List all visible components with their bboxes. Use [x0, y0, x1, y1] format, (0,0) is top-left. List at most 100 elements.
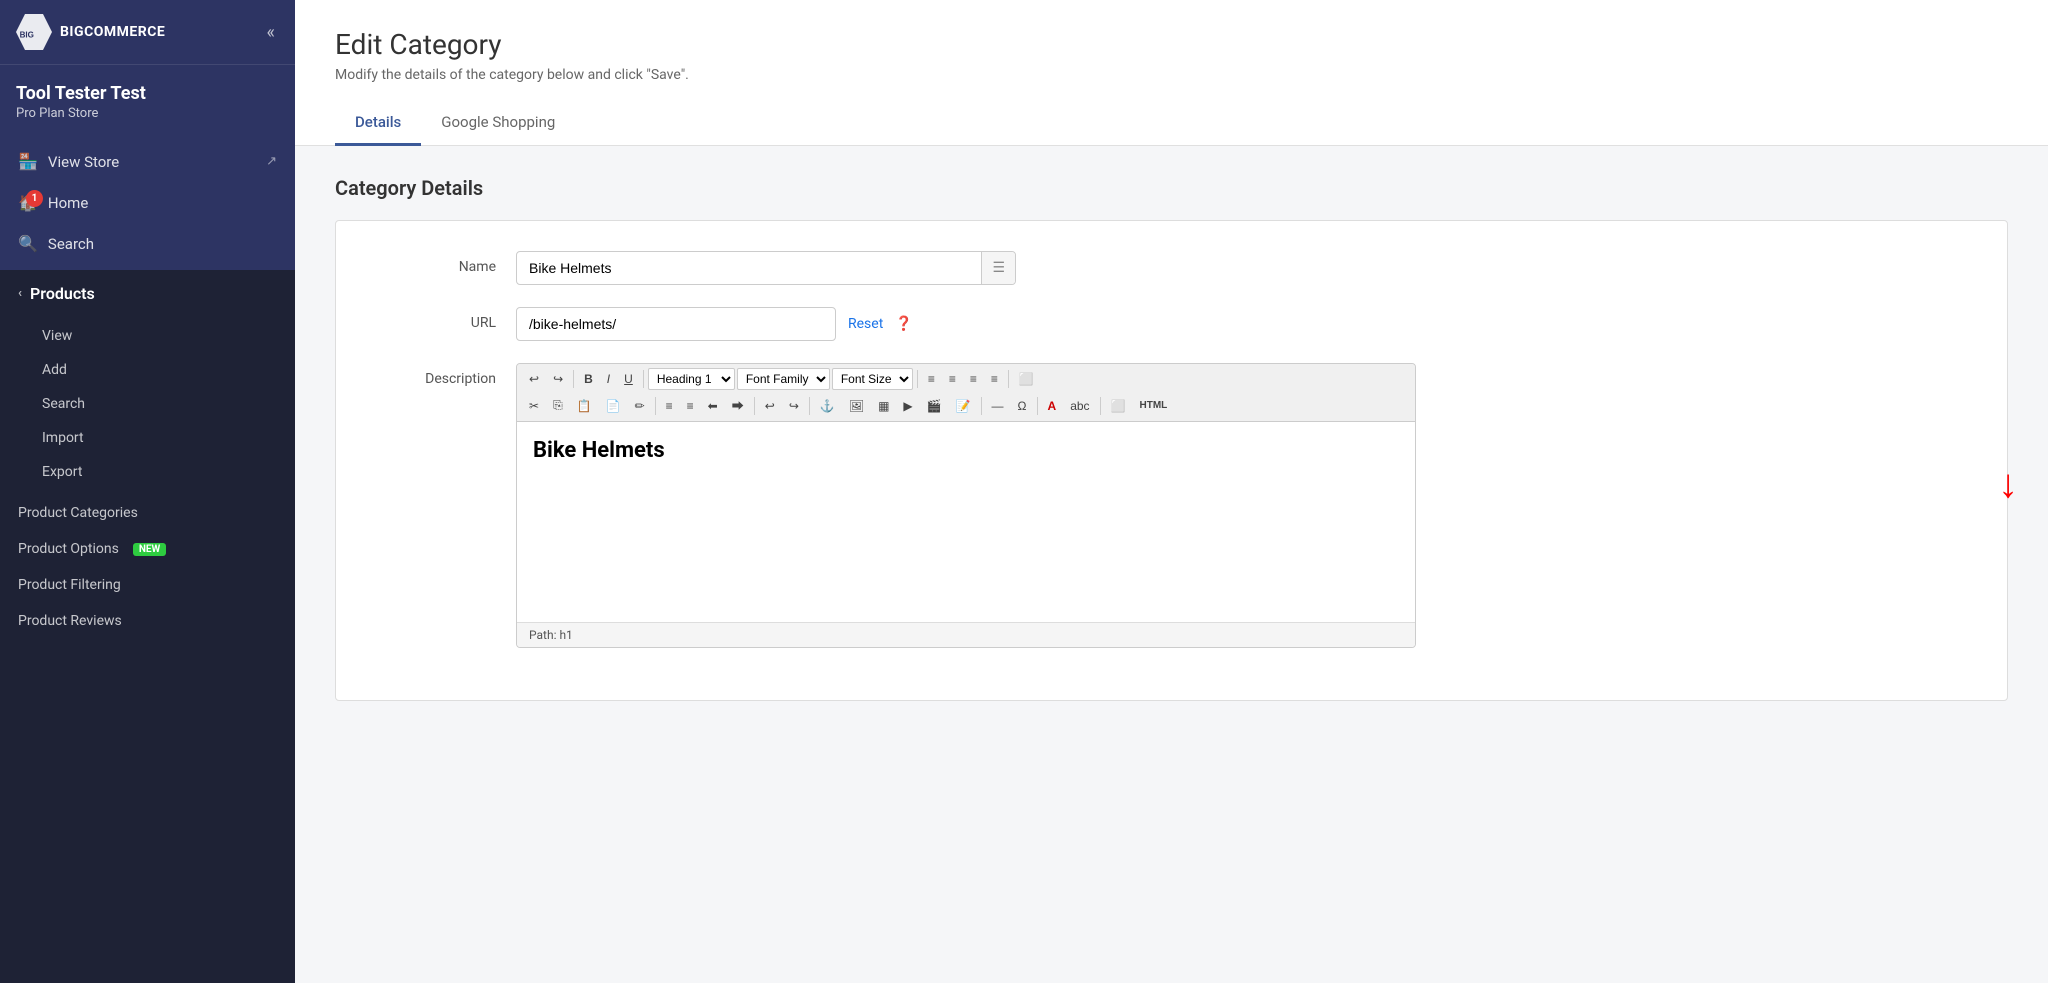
outdent-button[interactable]: ⬅ [702, 396, 724, 416]
tab-bar: Details Google Shopping [335, 101, 2008, 145]
toolbar-separator-5 [655, 397, 656, 415]
table-button[interactable]: ▦ [872, 396, 895, 416]
redo2-button[interactable]: ↪ [783, 396, 805, 416]
collapse-sidebar-button[interactable]: « [263, 18, 279, 47]
svg-text:BIG: BIG [20, 30, 34, 39]
sidebar-item-label: Search [48, 235, 94, 253]
align-justify-button[interactable]: ≡ [985, 369, 1004, 389]
sidebar-header: BIG BIGCOMMERCE « [0, 0, 295, 65]
link-button[interactable]: ⚓ [814, 396, 841, 416]
url-field-control: Reset ❓ [516, 307, 1016, 341]
redo-button[interactable]: ↪ [547, 369, 569, 389]
paste-word-button[interactable]: 📄 [600, 396, 627, 416]
template-button[interactable]: 📝 [950, 396, 977, 416]
url-field-row: URL Reset ❓ [376, 307, 1967, 341]
image-button[interactable]: 🖼 [843, 396, 870, 416]
maximize-button[interactable]: ⬜ [1105, 396, 1132, 416]
sidebar-item-products-view[interactable]: View [0, 319, 295, 353]
store-icon: 🏪 [18, 152, 38, 171]
page-subtitle: Modify the details of the category below… [335, 67, 2008, 83]
name-field-row: Name ☰ [376, 251, 1967, 285]
url-input[interactable] [516, 307, 836, 341]
name-label: Name [376, 251, 496, 275]
store-name: Tool Tester Test [16, 83, 279, 104]
sidebar-item-search[interactable]: 🔍 Search [0, 223, 295, 264]
tab-google-shopping[interactable]: Google Shopping [421, 101, 575, 146]
sidebar-item-product-reviews[interactable]: Product Reviews [0, 603, 295, 639]
font-family-select[interactable]: Font Family [737, 368, 830, 390]
undo2-button[interactable]: ↩ [759, 396, 781, 416]
sidebar-item-label: View Store [48, 153, 119, 171]
name-field-control: ☰ [516, 251, 1016, 285]
toolbar-separator-8 [981, 397, 982, 415]
sidebar-item-products-search[interactable]: Search [0, 387, 295, 421]
indent-button[interactable]: ⮕ [726, 394, 750, 417]
new-badge: NEW [133, 543, 166, 556]
reset-link[interactable]: Reset [848, 316, 883, 332]
align-left-button[interactable]: ≡ [922, 369, 941, 389]
description-field-row: Description ↩ ↪ B I U Hea [376, 363, 1967, 648]
align-center-button[interactable]: ≡ [943, 369, 962, 389]
copy-button[interactable]: ⎘ [547, 395, 569, 416]
sidebar-item-products-import[interactable]: Import [0, 421, 295, 455]
external-link-icon: ↗ [266, 154, 277, 169]
toolbar-separator-7 [809, 397, 810, 415]
html-source-button[interactable]: HTML [1134, 397, 1174, 414]
url-row: Reset ❓ [516, 307, 1016, 341]
underline-button[interactable]: U [618, 369, 639, 389]
hr-button[interactable]: — [986, 396, 1010, 416]
paste-button[interactable]: 📋 [571, 396, 598, 416]
main-content: Edit Category Modify the details of the … [295, 0, 2048, 983]
sidebar-item-products-export[interactable]: Export [0, 455, 295, 489]
page-body: Category Details Name ☰ URL Res [295, 146, 2048, 731]
editor-toolbar: ↩ ↪ B I U Heading 1 Heading 2 Heading 3 [517, 364, 1415, 422]
sidebar-item-view-store[interactable]: 🏪 View Store ↗ [0, 141, 295, 182]
name-input-wrapper: ☰ [516, 251, 1016, 285]
sidebar-item-product-options[interactable]: Product Options NEW [0, 531, 295, 567]
chevron-left-icon: ‹ [18, 286, 22, 301]
bold-button[interactable]: B [578, 369, 599, 389]
sidebar: BIG BIGCOMMERCE « Tool Tester Test Pro P… [0, 0, 295, 983]
bullet-list-button[interactable]: ≡ [660, 396, 679, 416]
help-icon[interactable]: ❓ [895, 316, 912, 332]
numbered-list-button[interactable]: ≡ [681, 396, 700, 416]
editor-container: ↩ ↪ B I U Heading 1 Heading 2 Heading 3 [516, 363, 1416, 648]
fullscreen-button[interactable]: ⬜ [1013, 369, 1040, 389]
products-submenu: View Add Search Import Export [0, 317, 295, 495]
form-card: Name ☰ URL Reset ❓ [335, 220, 2008, 701]
toolbar-separator [573, 370, 574, 388]
italic-button[interactable]: I [601, 369, 616, 389]
video-button[interactable]: ▶ [897, 396, 918, 416]
font-color-button[interactable]: A [1042, 396, 1063, 416]
sidebar-products-header[interactable]: ‹ Products [0, 270, 295, 317]
name-input[interactable] [517, 252, 981, 284]
special-chars-button[interactable]: Ω [1012, 396, 1033, 416]
sidebar-item-product-filtering[interactable]: Product Filtering [0, 567, 295, 603]
cleanup-button[interactable]: ✏ [629, 396, 651, 416]
sidebar-item-home[interactable]: 🏠 1 Home [0, 182, 295, 223]
editor-text: Bike Helmets [533, 438, 665, 463]
name-field-icon-button[interactable]: ☰ [981, 252, 1015, 284]
sidebar-item-products-add[interactable]: Add [0, 353, 295, 387]
url-label: URL [376, 307, 496, 331]
sidebar-dark-section: ‹ Products View Add Search Import Export… [0, 270, 295, 983]
sidebar-item-product-categories[interactable]: Product Categories [0, 495, 295, 531]
toolbar-separator-9 [1037, 397, 1038, 415]
heading-select[interactable]: Heading 1 Heading 2 Heading 3 Paragraph [648, 368, 735, 390]
media-button[interactable]: 🎬 [921, 396, 948, 416]
font-size-select[interactable]: Font Size [832, 368, 913, 390]
cut-button[interactable]: ✂ [523, 396, 545, 416]
toolbar-separator-10 [1100, 397, 1101, 415]
toolbar-separator-4 [1008, 370, 1009, 388]
page-title: Edit Category [335, 28, 2008, 61]
toolbar-separator-2 [643, 370, 644, 388]
align-right-button[interactable]: ≡ [964, 369, 983, 389]
bg-color-button[interactable]: abc [1064, 396, 1095, 416]
undo-button[interactable]: ↩ [523, 369, 545, 389]
toolbar-row-2: ✂ ⎘ 📋 📄 ✏ ≡ ≡ ⬅ ⮕ ↩ ↪ [523, 394, 1409, 417]
search-icon: 🔍 [18, 234, 38, 253]
editor-content[interactable]: Bike Helmets [517, 422, 1415, 622]
home-badge: 1 [26, 190, 43, 207]
tab-details[interactable]: Details [335, 101, 421, 146]
section-title: Category Details [335, 176, 2008, 200]
